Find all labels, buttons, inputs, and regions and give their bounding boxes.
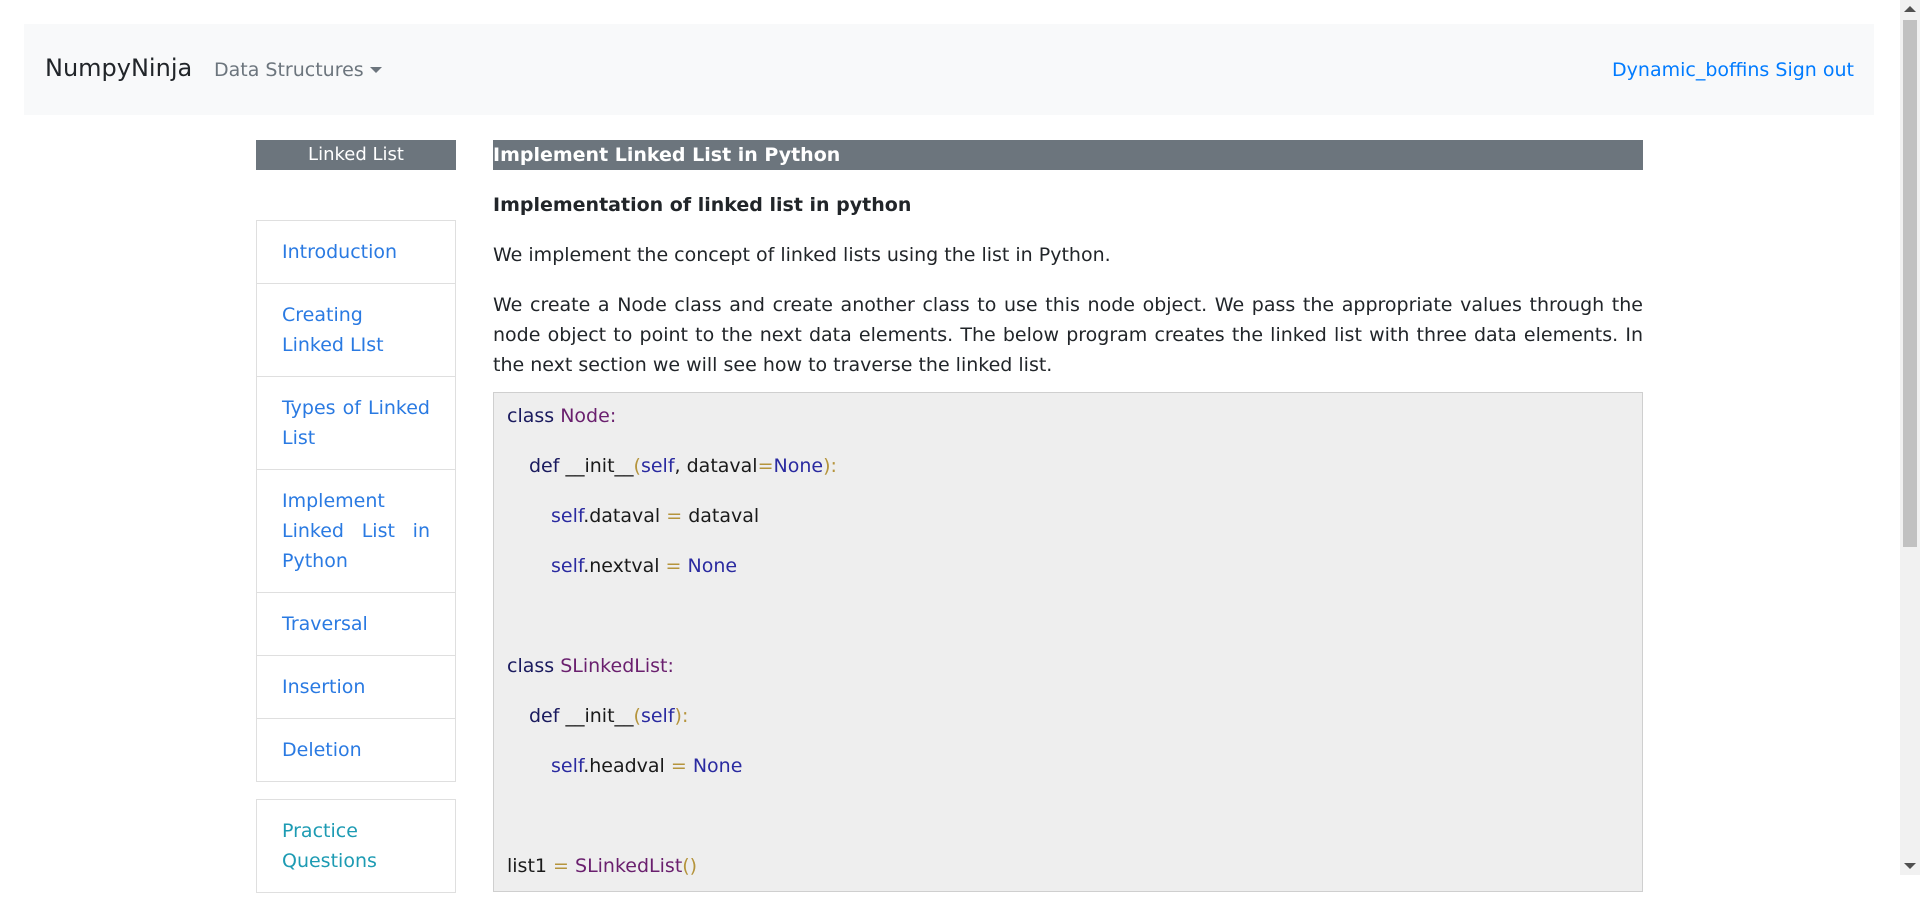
sidebar-item-creating-linked-list[interactable]: Creating Linked LIst	[257, 284, 455, 377]
page-scrollbar[interactable]	[1900, 0, 1920, 875]
scrollbar-thumb[interactable]	[1903, 20, 1917, 547]
code-line: class SLinkedList:	[507, 655, 674, 677]
code-line: self.dataval = dataval	[551, 505, 760, 527]
user-nav: Dynamic_boffins Sign out	[1612, 59, 1854, 82]
sidebar-item-traversal[interactable]: Traversal	[257, 593, 455, 656]
sidebar-item-introduction[interactable]: Introduction	[257, 221, 455, 284]
signout-link[interactable]: Sign out	[1775, 59, 1854, 81]
sidebar-item-implement-linked-list[interactable]: Implement Linked List in Python	[257, 470, 455, 593]
scroll-up-arrow-icon[interactable]	[1904, 6, 1916, 12]
practice-list: Practice Questions	[256, 799, 456, 893]
code-line: class Node:	[507, 405, 617, 427]
dropdown-label: Data Structures	[214, 59, 364, 81]
sidebar-item-insertion[interactable]: Insertion	[257, 656, 455, 719]
code-block[interactable]: class Node: def __init__(self, dataval=N…	[493, 392, 1643, 892]
sidebar-item-deletion[interactable]: Deletion	[257, 719, 455, 781]
scroll-down-arrow-icon[interactable]	[1904, 863, 1916, 869]
topic-list: Introduction Creating Linked LIst Types …	[256, 220, 456, 782]
main-content: Implement Linked List in Python Implemen…	[493, 140, 1643, 892]
intro-paragraph: We implement the concept of linked lists…	[493, 244, 1111, 266]
user-link[interactable]: Dynamic_boffins	[1612, 59, 1769, 81]
description-paragraph: We create a Node class and create anothe…	[493, 294, 1643, 376]
navbar: NumpyNinja Data Structures Dynamic_boffi…	[24, 24, 1874, 115]
practice-questions-link[interactable]: Practice Questions	[257, 800, 387, 892]
sidebar-item-types-of-linked-list[interactable]: Types of Linked List	[257, 377, 455, 470]
brand-logo[interactable]: NumpyNinja	[45, 54, 192, 83]
code-line: def __init__(self):	[529, 705, 689, 727]
page-title: Implement Linked List in Python	[493, 140, 1643, 170]
code-line: list1 = SLinkedList()	[507, 855, 698, 877]
code-line: self.headval = None	[551, 755, 743, 777]
data-structures-dropdown[interactable]: Data Structures	[214, 59, 382, 82]
code-line: self.nextval = None	[551, 555, 738, 577]
code-line: def __init__(self, dataval=None):	[529, 455, 837, 477]
section-subtitle: Implementation of linked list in python	[493, 194, 912, 216]
sidebar-header: Linked List	[256, 140, 456, 170]
caret-down-icon	[369, 67, 382, 74]
